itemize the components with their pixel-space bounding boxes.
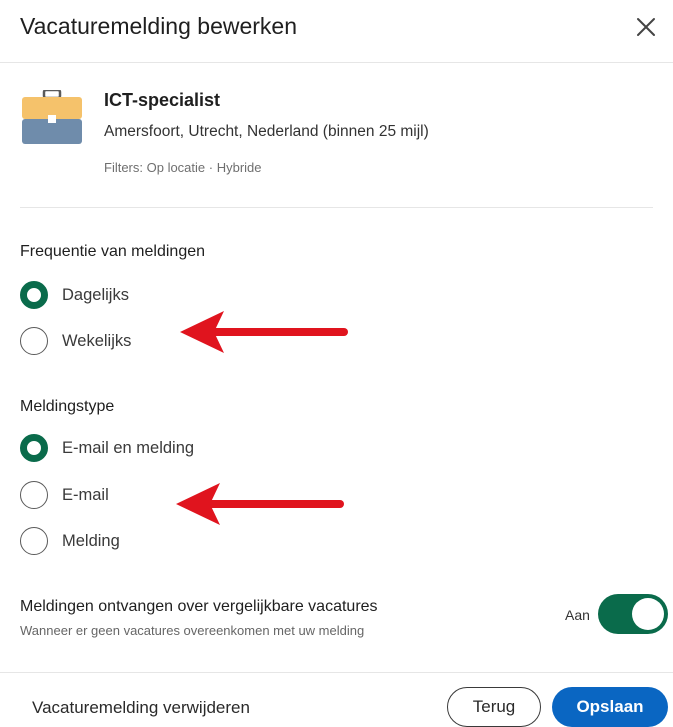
save-button[interactable]: Opslaan xyxy=(552,687,668,727)
dialog-header: Vacaturemelding bewerken xyxy=(0,0,673,63)
radio-button[interactable] xyxy=(20,481,48,509)
similar-jobs-subtitle: Wanneer er geen vacatures overeenkomen m… xyxy=(20,623,365,638)
radio-email-and-notification[interactable]: E-mail en melding xyxy=(20,432,194,464)
delete-alert-link[interactable]: Vacaturemelding verwijderen xyxy=(32,698,250,718)
job-title: ICT-specialist xyxy=(104,90,221,110)
divider xyxy=(20,207,653,208)
radio-label: Dagelijks xyxy=(62,285,129,304)
radio-button-checked[interactable] xyxy=(20,434,48,462)
radio-label: Melding xyxy=(62,531,120,550)
radio-label: Wekelijks xyxy=(62,331,132,350)
job-summary: ICT-specialist Amersfoort, Utrecht, Nede… xyxy=(20,86,653,206)
dialog-footer: Vacaturemelding verwijderen Terug Opslaa… xyxy=(0,672,673,727)
toggle-knob xyxy=(632,598,664,630)
radio-weekly[interactable]: Wekelijks xyxy=(20,325,131,357)
radio-daily[interactable]: Dagelijks xyxy=(20,279,129,311)
close-button[interactable] xyxy=(629,10,663,44)
radio-button[interactable] xyxy=(20,327,48,355)
dialog-title: Vacaturemelding bewerken xyxy=(20,13,298,39)
radio-button[interactable] xyxy=(20,527,48,555)
radio-button-checked[interactable] xyxy=(20,281,48,309)
red-arrow-annotation xyxy=(180,311,348,353)
radio-label: E-mail xyxy=(62,485,109,504)
red-arrow-annotation xyxy=(176,483,344,525)
notification-type-section-title: Meldingstype xyxy=(20,398,115,415)
frequency-section-title: Frequentie van meldingen xyxy=(20,243,206,260)
similar-jobs-title: Meldingen ontvangen over vergelijkbare v… xyxy=(20,598,378,615)
similar-jobs-toggle[interactable] xyxy=(598,594,668,634)
edit-job-alert-dialog: Vacaturemelding bewerken ICT-specialist … xyxy=(0,0,673,727)
close-icon xyxy=(637,18,655,36)
toggle-state-label: Aan xyxy=(565,607,590,623)
radio-label: E-mail en melding xyxy=(62,438,195,457)
briefcase-icon xyxy=(22,88,82,146)
radio-notification[interactable]: Melding xyxy=(20,525,120,557)
job-filters: Filters: Op locatie · Hybride xyxy=(104,160,262,175)
back-button[interactable]: Terug xyxy=(447,687,541,727)
job-location: Amersfoort, Utrecht, Nederland (binnen 2… xyxy=(104,123,429,140)
radio-email[interactable]: E-mail xyxy=(20,479,109,511)
